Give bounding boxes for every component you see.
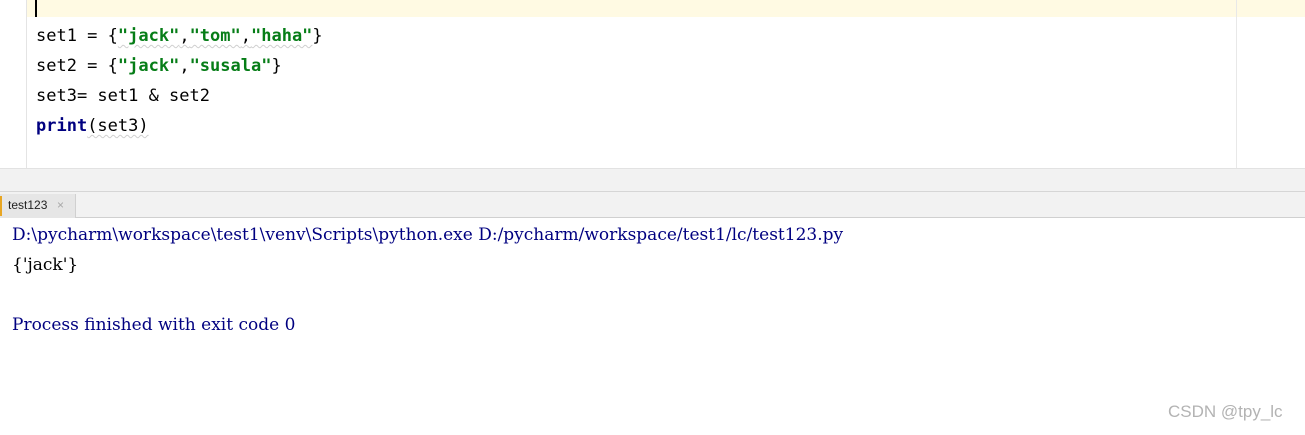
run-tab-label: test123 bbox=[8, 198, 48, 212]
code-editor[interactable]: set1 = {"jack","tom","haha"} set2 = {"ja… bbox=[0, 0, 1305, 168]
console-output-line: {'jack'} bbox=[12, 255, 79, 275]
run-tab-test123[interactable]: test123 × bbox=[0, 194, 76, 218]
code-line-2[interactable]: set2 = {"jack","susala"} bbox=[36, 51, 282, 81]
comma: , bbox=[179, 26, 190, 46]
right-margin-guide bbox=[1236, 0, 1237, 168]
comma: , bbox=[240, 26, 251, 46]
builtin-keyword: print bbox=[36, 116, 88, 136]
editor-gutter bbox=[0, 0, 27, 168]
code-text: set2 = { bbox=[36, 56, 118, 76]
panel-splitter[interactable] bbox=[0, 168, 1305, 192]
close-icon[interactable]: × bbox=[57, 194, 64, 216]
string-literal: "tom" bbox=[189, 26, 241, 46]
run-config-icon bbox=[0, 196, 2, 216]
current-line-highlight bbox=[27, 0, 1305, 17]
code-text: set1 = { bbox=[36, 26, 118, 46]
code-text: set3= set1 & set2 bbox=[36, 86, 210, 106]
code-text: } bbox=[312, 26, 323, 46]
watermark: CSDN @tpy_lc bbox=[1168, 402, 1283, 421]
comma: , bbox=[179, 56, 190, 76]
run-console[interactable]: D:\pycharm\workspace\test1\venv\Scripts\… bbox=[0, 218, 1305, 435]
string-literal: "haha" bbox=[251, 26, 313, 46]
code-text: } bbox=[271, 56, 282, 76]
code-line-4[interactable]: print(set3) bbox=[36, 111, 149, 141]
code-text: (set3) bbox=[87, 116, 149, 136]
text-caret bbox=[35, 0, 37, 17]
code-line-3[interactable]: set3= set1 & set2 bbox=[36, 81, 210, 111]
console-command-line: D:\pycharm\workspace\test1\venv\Scripts\… bbox=[12, 225, 844, 245]
string-literal: "jack" bbox=[117, 56, 180, 76]
string-literal: "susala" bbox=[189, 56, 272, 76]
console-exit-message: Process finished with exit code 0 bbox=[12, 315, 296, 335]
code-line-1[interactable]: set1 = {"jack","tom","haha"} bbox=[36, 21, 323, 51]
string-literal: "jack" bbox=[117, 26, 180, 46]
run-tab-bar: test123 × bbox=[0, 192, 1305, 218]
